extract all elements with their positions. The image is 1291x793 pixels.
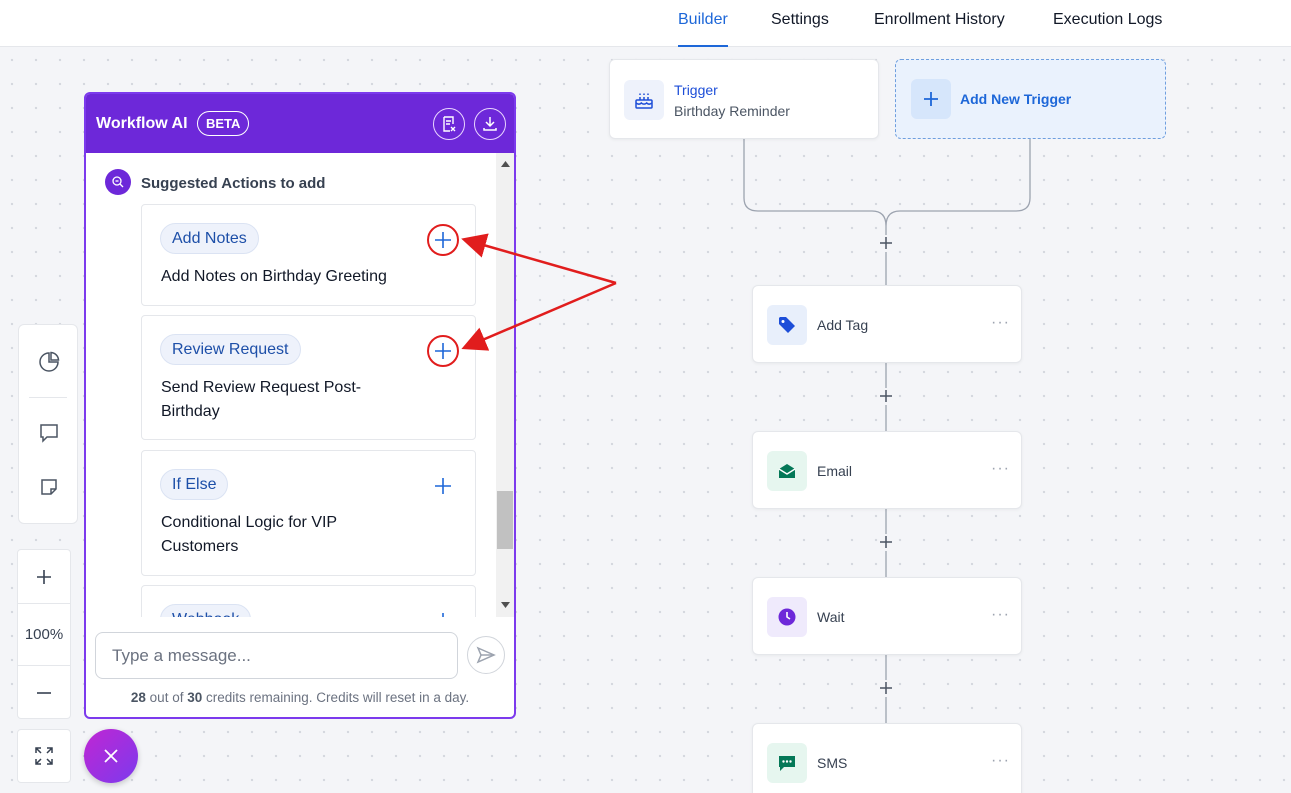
- close-icon: [104, 749, 118, 763]
- plus-icon: [435, 343, 451, 359]
- credits-total: 30: [187, 690, 203, 705]
- suggestion-card: Webhook: [141, 585, 476, 617]
- action-label: Email: [817, 463, 853, 479]
- credits-prefix: out of: [149, 690, 184, 705]
- fit-view-button[interactable]: [17, 729, 71, 783]
- more-options-icon[interactable]: ···: [991, 606, 1010, 624]
- action-node-sms[interactable]: SMS ···: [752, 723, 1022, 793]
- zoom-level: 100%: [24, 625, 64, 643]
- suggestion-card: If Else Conditional Logic for VIP Custom…: [141, 450, 476, 576]
- add-new-trigger-label: Add New Trigger: [960, 91, 1072, 107]
- add-step-plus-icon[interactable]: [879, 535, 893, 549]
- top-nav: Builder Settings Enrollment History Exec…: [0, 0, 1291, 47]
- download-icon: [483, 117, 497, 131]
- beta-badge: BETA: [197, 111, 250, 136]
- zoom-out-button[interactable]: [18, 680, 70, 706]
- add-new-trigger-button[interactable]: Add New Trigger: [895, 59, 1166, 139]
- close-ai-button[interactable]: [84, 729, 138, 783]
- sms-icon: [767, 743, 807, 783]
- minus-icon: [37, 692, 51, 694]
- zoom-in-button[interactable]: [18, 564, 70, 590]
- more-options-icon[interactable]: ···: [991, 752, 1010, 770]
- add-step-plus-icon[interactable]: [879, 236, 893, 250]
- add-step-plus-icon[interactable]: [879, 389, 893, 403]
- action-label: Wait: [817, 609, 845, 625]
- suggestion-text: Send Review Request Post-Birthday: [161, 379, 362, 420]
- suggestion-tag: Webhook: [160, 604, 252, 617]
- more-options-icon[interactable]: ···: [991, 314, 1010, 332]
- more-options-icon[interactable]: ···: [991, 460, 1010, 478]
- download-button[interactable]: [474, 108, 506, 140]
- email-icon: [767, 451, 807, 491]
- suggestions-list: Suggested Actions to add Add Notes Add N…: [86, 153, 496, 617]
- trigger-node[interactable]: Trigger Birthday Reminder: [609, 59, 879, 139]
- scroll-thumb[interactable]: [497, 491, 513, 549]
- canvas-tool-panel: [18, 324, 78, 524]
- tab-enrollment-history[interactable]: Enrollment History: [874, 11, 1005, 47]
- action-label: SMS: [817, 755, 848, 771]
- clear-document-icon: [443, 116, 456, 132]
- add-step-plus-icon[interactable]: [879, 681, 893, 695]
- action-node-add-tag[interactable]: Add Tag ···: [752, 285, 1022, 363]
- clear-chat-button[interactable]: [433, 108, 465, 140]
- suggestion-tag: Add Notes: [160, 223, 259, 254]
- divider: [18, 603, 70, 604]
- note-icon[interactable]: [37, 475, 61, 499]
- add-suggestion-button[interactable]: [427, 605, 459, 617]
- ai-panel-header: Workflow AI BETA: [86, 94, 514, 153]
- plus-icon: [37, 570, 51, 584]
- suggestion-text: Add Notes on Birthday Greeting: [161, 268, 387, 285]
- plus-icon: [435, 232, 451, 248]
- clock-icon: [767, 597, 807, 637]
- action-node-email[interactable]: Email ···: [752, 431, 1022, 509]
- scroll-up-icon[interactable]: [500, 159, 510, 169]
- suggestion-card: Add Notes Add Notes on Birthday Greeting: [141, 204, 476, 306]
- suggestion-tag: If Else: [160, 469, 229, 500]
- tab-execution-logs[interactable]: Execution Logs: [1053, 11, 1162, 47]
- credits-status: 28 out of 30 credits remaining. Credits …: [86, 690, 514, 705]
- action-label: Add Tag: [817, 317, 869, 333]
- cake-icon: [624, 80, 664, 120]
- plus-icon: [911, 79, 951, 119]
- suggestion-card: Review Request Send Review Request Post-…: [141, 315, 476, 440]
- tab-builder[interactable]: Builder: [678, 11, 728, 47]
- zoom-controls: 100%: [17, 549, 71, 719]
- send-icon: [476, 646, 496, 664]
- action-node-wait[interactable]: Wait ···: [752, 577, 1022, 655]
- tag-icon: [767, 305, 807, 345]
- trigger-label: Trigger: [674, 82, 718, 98]
- credits-suffix: credits remaining. Credits will reset in…: [206, 690, 470, 705]
- scroll-down-icon[interactable]: [500, 600, 510, 610]
- message-input[interactable]: [95, 632, 458, 679]
- ai-suggest-icon: [105, 169, 131, 195]
- plus-icon: [435, 478, 451, 494]
- trigger-name: Birthday Reminder: [674, 103, 790, 119]
- workflow-ai-panel: Workflow AI BETA Suggested Actions to ad…: [84, 92, 516, 719]
- add-suggestion-button[interactable]: [427, 470, 459, 502]
- add-suggestion-button[interactable]: [427, 335, 459, 367]
- suggestion-text: Conditional Logic for VIP Customers: [161, 514, 337, 555]
- suggestions-scrollbar[interactable]: [496, 153, 514, 617]
- suggestions-title: Suggested Actions to add: [141, 175, 326, 192]
- ai-panel-title: Workflow AI: [96, 115, 188, 132]
- comment-icon[interactable]: [37, 421, 61, 445]
- pie-chart-icon[interactable]: [37, 350, 61, 374]
- send-button[interactable]: [467, 636, 505, 674]
- add-suggestion-button[interactable]: [427, 224, 459, 256]
- plus-icon: [442, 613, 444, 617]
- divider: [18, 665, 70, 666]
- tab-settings[interactable]: Settings: [771, 11, 829, 47]
- expand-icon: [35, 747, 53, 765]
- suggestion-tag: Review Request: [160, 334, 301, 365]
- divider: [29, 397, 67, 398]
- credits-used: 28: [130, 690, 146, 705]
